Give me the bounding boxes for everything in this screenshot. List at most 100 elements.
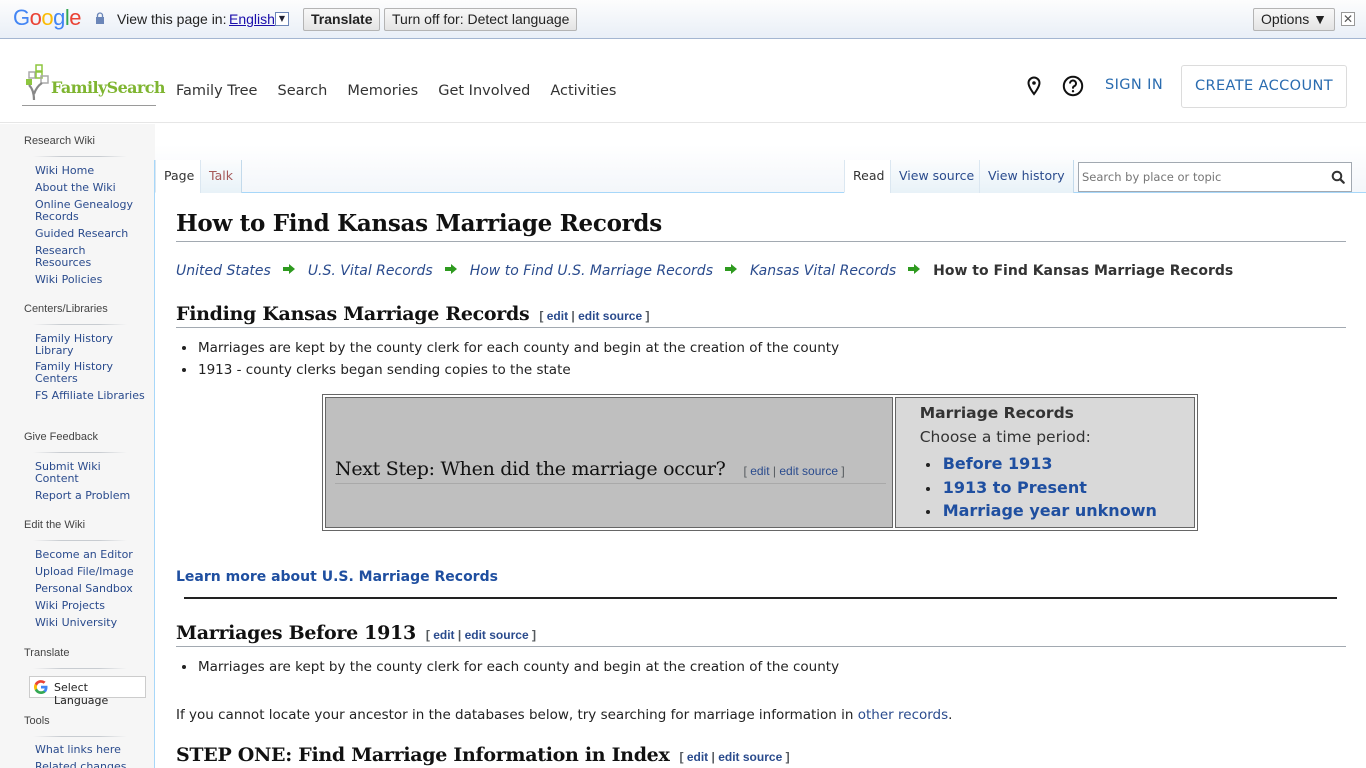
sidebar-heading-feedback: Give Feedback [24, 431, 98, 443]
tree-logo-icon [26, 64, 49, 100]
sidebar-item-affiliate[interactable]: FS Affiliate Libraries [35, 390, 145, 402]
edit-link[interactable]: edit [547, 309, 568, 323]
tab-read[interactable]: Read [844, 160, 893, 193]
sidebar-item-research-resources[interactable]: Research Resources [35, 245, 145, 268]
divider [33, 324, 127, 325]
sidebar-item-wiki-policies[interactable]: Wiki Policies [35, 274, 145, 286]
sidebar-item-wiki-home[interactable]: Wiki Home [35, 165, 145, 177]
help-icon[interactable] [1062, 75, 1084, 97]
next-step-table: Next Step: When did the marriage occur? [… [322, 394, 1198, 531]
list-item: 1913 - county clerks began sending copie… [181, 359, 839, 381]
edit-section-links: [ edit | edit source ] [539, 309, 650, 323]
arrow-right-icon [282, 264, 295, 274]
breadcrumb-link[interactable]: Kansas Vital Records [750, 263, 896, 279]
nav-get-involved[interactable]: Get Involved [438, 83, 530, 99]
translate-button[interactable]: Translate [303, 8, 381, 31]
tab-page[interactable]: Page [155, 160, 203, 193]
sidebar: Research Wiki Wiki Home About the Wiki O… [0, 124, 155, 768]
tab-view-source[interactable]: View source [890, 160, 983, 193]
breadcrumb-current: How to Find Kansas Marriage Records [933, 263, 1234, 279]
other-records-link[interactable]: other records [858, 707, 948, 723]
google-logo: Google [13, 5, 82, 30]
next-step-heading-text: Next Step: When did the marriage occur? [335, 458, 726, 480]
1913-to-present-link[interactable]: 1913 to Present [943, 478, 1087, 497]
language-dropdown-icon[interactable]: ▼ [275, 12, 289, 26]
sidebar-item-online-records[interactable]: Online Genealogy Records [35, 199, 145, 222]
edit-section-links: [ edit | edit source ] [425, 628, 536, 642]
sidebar-item-fhl[interactable]: Family History Library [35, 333, 145, 356]
sidebar-item-submit-content[interactable]: Submit Wiki Content [35, 461, 145, 484]
bullet-list: Marriages are kept by the county clerk f… [181, 656, 839, 678]
sidebar-item-fhc[interactable]: Family History Centers [35, 361, 145, 384]
search-icon[interactable] [1331, 170, 1345, 184]
section-heading: STEP ONE: Find Marriage Information in I… [176, 744, 1346, 768]
sidebar-item-wiki-projects[interactable]: Wiki Projects [35, 600, 145, 612]
lock-icon [96, 12, 104, 24]
language-link[interactable]: English [229, 11, 275, 27]
breadcrumb-link[interactable]: How to Find U.S. Marriage Records [470, 263, 713, 279]
arrow-right-icon [444, 264, 457, 274]
edit-link[interactable]: edit [750, 464, 769, 478]
sidebar-item-guided-research[interactable]: Guided Research [35, 228, 145, 240]
divider [33, 452, 127, 453]
sidebar-item-upload[interactable]: Upload File/Image [35, 566, 145, 578]
sidebar-heading-translate: Translate [24, 647, 70, 659]
edit-source-link[interactable]: edit source [718, 750, 782, 764]
list-item: Before 1913 [925, 452, 1157, 476]
select-language-label: Select Language [54, 681, 109, 707]
before-1913-link[interactable]: Before 1913 [943, 454, 1053, 473]
arrow-right-icon [908, 264, 921, 274]
section-heading: Marriages Before 1913 [ edit | edit sourc… [176, 622, 1346, 647]
nav-search[interactable]: Search [277, 83, 327, 99]
breadcrumb-link[interactable]: United States [176, 263, 271, 279]
marriage-records-title: Marriage Records [919, 404, 1074, 422]
sidebar-item-report-problem[interactable]: Report a Problem [35, 490, 145, 502]
list-item: Marriage year unknown [925, 499, 1157, 523]
divider [33, 736, 127, 737]
edit-section-links: [ edit | edit source ] [743, 464, 845, 478]
list-item: Marriages are kept by the county clerk f… [181, 337, 839, 359]
tab-view-history[interactable]: View history [979, 160, 1074, 193]
wiki-search-input[interactable] [1082, 167, 1322, 187]
location-pin-icon[interactable] [1026, 76, 1042, 96]
year-unknown-link[interactable]: Marriage year unknown [943, 501, 1157, 520]
edit-link[interactable]: edit [433, 628, 454, 642]
sidebar-item-sandbox[interactable]: Personal Sandbox [35, 583, 145, 595]
create-account-button[interactable]: CREATE ACCOUNT [1181, 65, 1347, 108]
sidebar-heading-edit-wiki: Edit the Wiki [24, 519, 86, 531]
sidebar-item-wiki-university[interactable]: Wiki University [35, 617, 145, 629]
google-translate-bar: Google View this page in: English ▼ Tran… [0, 0, 1366, 39]
arrow-right-icon [724, 264, 737, 274]
options-button[interactable]: Options ▼ [1253, 8, 1335, 31]
select-language-dropdown[interactable]: Select Language [29, 676, 146, 707]
sidebar-heading-tools: Tools [24, 715, 50, 727]
section-heading-text: STEP ONE: Find Marriage Information in I… [176, 744, 670, 766]
turn-off-button[interactable]: Turn off for: Detect language [384, 8, 578, 31]
wiki-search-box [1078, 162, 1352, 192]
sidebar-item-become-editor[interactable]: Become an Editor [35, 549, 145, 561]
nav-family-tree[interactable]: Family Tree [176, 83, 257, 99]
view-page-in-label: View this page in: [117, 11, 227, 27]
sidebar-item-what-links-here[interactable]: What links here [35, 744, 145, 756]
sidebar-item-related-changes[interactable]: Related changes [35, 761, 145, 768]
breadcrumb-link[interactable]: U.S. Vital Records [308, 263, 433, 279]
sidebar-item-about-wiki[interactable]: About the Wiki [35, 182, 145, 194]
choose-period-label: Choose a time period: [919, 428, 1091, 446]
paragraph: If you cannot locate your ancestor in th… [176, 707, 952, 723]
edit-source-link[interactable]: edit source [465, 628, 529, 642]
sidebar-heading-research-wiki: Research Wiki [24, 135, 95, 147]
familysearch-logo[interactable]: FamilySearch [22, 64, 166, 106]
sidebar-heading-centers: Centers/Libraries [24, 303, 108, 315]
section-heading-text: Marriages Before 1913 [176, 622, 416, 644]
nav-memories[interactable]: Memories [347, 83, 418, 99]
sign-in-link[interactable]: SIGN IN [1105, 77, 1163, 93]
edit-link[interactable]: edit [687, 750, 708, 764]
horizontal-rule [184, 597, 1337, 599]
nav-activities[interactable]: Activities [550, 83, 616, 99]
main-nav: Family Tree Search Memories Get Involved… [176, 83, 636, 99]
close-icon[interactable]: ✕ [1341, 12, 1355, 26]
learn-more-link[interactable]: Learn more about U.S. Marriage Records [176, 569, 498, 585]
tab-talk[interactable]: Talk [200, 160, 242, 193]
edit-source-link[interactable]: edit source [578, 309, 642, 323]
edit-source-link[interactable]: edit source [779, 464, 838, 478]
